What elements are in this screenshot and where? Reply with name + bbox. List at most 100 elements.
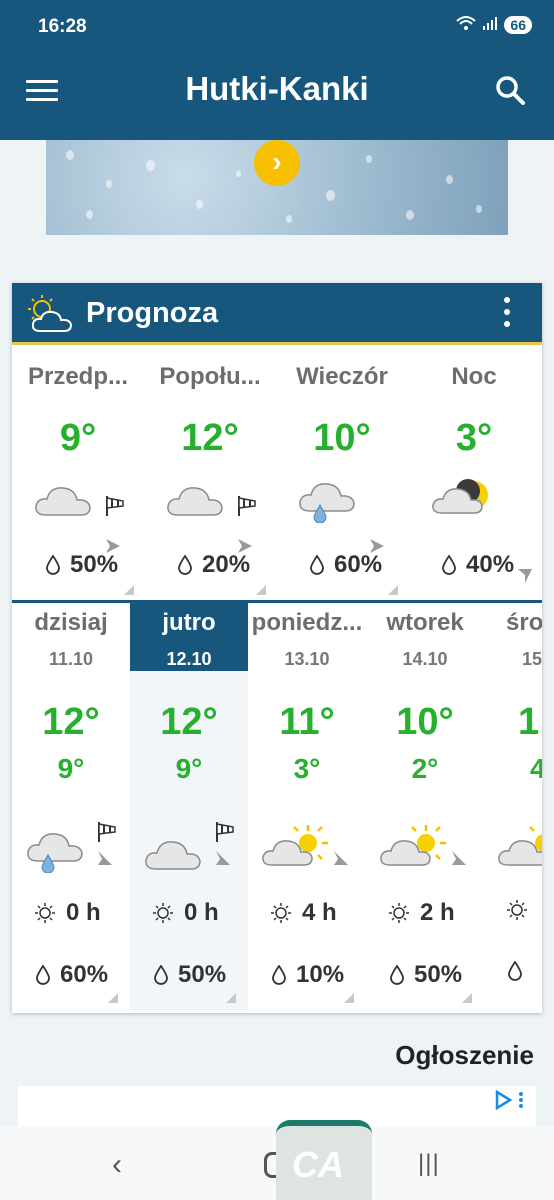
day-date: 13.10 <box>284 649 330 669</box>
precip-row: 50% <box>154 961 226 989</box>
banner-arrow-button[interactable]: › <box>254 140 300 186</box>
precip-row: 60% <box>36 961 108 989</box>
sunshine-row: 0 h <box>34 899 101 927</box>
drop-icon <box>390 965 404 985</box>
day-column[interactable]: śro 15. 1 4 <box>484 603 542 1010</box>
precip-value: 20% <box>202 551 251 578</box>
recent-apps-icon[interactable]: ||| <box>418 1150 440 1178</box>
daily-forecast: dzisiaj 11.10 12° 9° 0 h 60% jutro 12.10… <box>12 603 542 1010</box>
part-of-day-name: Przedp... <box>27 363 129 390</box>
day-date: 14.10 <box>402 649 448 669</box>
windsock-icon <box>214 821 236 848</box>
day-column[interactable]: wtorek 14.10 10° 2° 2 h 50% <box>366 603 484 1010</box>
temp-max: 11° <box>279 701 335 743</box>
part-of-day-temp: 9° <box>59 417 97 459</box>
windsock-icon <box>236 495 258 522</box>
precip-row: 50% <box>390 961 462 989</box>
precip-row: 50% <box>46 551 118 579</box>
sun-icon <box>507 900 527 920</box>
sunshine-hours: 0 h <box>66 899 101 926</box>
drop-icon <box>36 965 50 985</box>
day-name: dzisiaj <box>34 609 108 636</box>
part-of-day-item[interactable]: Przedp... 9° 50% <box>12 345 144 600</box>
part-of-day-name: Noc <box>451 363 497 390</box>
partly-cloudy-icon <box>24 293 80 340</box>
temp-min: 9° <box>175 753 203 784</box>
forecast-header: Prognoza <box>12 283 542 345</box>
forecast-title: Prognoza <box>86 297 219 329</box>
day-column[interactable]: dzisiaj 11.10 12° 9° 0 h 60% <box>12 603 130 1010</box>
day-header: poniedz... 13.10 <box>248 603 366 671</box>
temp-max: 12° <box>160 701 218 743</box>
sunshine-row <box>506 899 538 921</box>
cloud-icon <box>164 475 228 524</box>
status-time: 16:28 <box>38 16 87 37</box>
ad-logo[interactable]: CA <box>276 1120 372 1200</box>
temp-min: 2° <box>411 753 439 784</box>
wind-direction-icon <box>516 567 534 590</box>
back-icon[interactable]: ‹ <box>112 1148 122 1182</box>
cloud-moon-icon <box>430 471 496 526</box>
part-of-day-name: Popołu... <box>159 363 261 390</box>
corner-indicator <box>226 993 236 1003</box>
sunshine-hours: 2 h <box>420 899 455 926</box>
sunshine-row: 4 h <box>270 899 337 927</box>
day-date: 11.10 <box>48 649 94 669</box>
day-name: śro <box>506 609 542 636</box>
precip-row: 20% <box>178 551 250 579</box>
search-icon[interactable] <box>494 74 526 106</box>
cloud-rain-icon <box>24 825 88 878</box>
precip-value: 50% <box>178 961 227 988</box>
promo-banner[interactable]: › <box>46 140 508 235</box>
wind-direction-icon <box>332 849 350 872</box>
part-of-day-item[interactable]: Noc 3° 40% <box>408 345 540 600</box>
sunshine-row: 2 h <box>388 899 455 927</box>
drop-icon <box>178 555 192 575</box>
temp-min: 3° <box>293 753 321 784</box>
ad-container[interactable] <box>18 1086 536 1126</box>
precip-value: 10% <box>296 961 345 988</box>
cloud-icon <box>32 475 96 524</box>
drop-icon <box>46 555 60 575</box>
drop-icon <box>508 961 522 981</box>
precip-row: 10% <box>272 961 344 989</box>
part-of-day-item[interactable]: Popołu... 12° 20% <box>144 345 276 600</box>
page-title: Hutki-Kanki <box>185 70 369 107</box>
precip-value: 40% <box>466 551 515 578</box>
day-header: jutro 12.10 <box>130 603 248 671</box>
sunshine-hours: 0 h <box>184 899 219 926</box>
parts-of-day: Przedp... 9° 50% Popołu... 12° 20% Wiecz… <box>12 345 542 603</box>
temp-min: 4 <box>530 753 542 784</box>
drop-icon <box>154 965 168 985</box>
temp-max: 1 <box>518 701 540 743</box>
windsock-icon <box>104 495 126 522</box>
day-header: wtorek 14.10 <box>366 603 484 671</box>
day-name: poniedz... <box>251 609 363 636</box>
wind-direction-icon <box>450 849 468 872</box>
more-options-icon[interactable] <box>504 297 512 333</box>
precip-value: 50% <box>414 961 463 988</box>
status-icons: 66 <box>456 15 532 35</box>
day-column[interactable]: poniedz... 13.10 11° 3° 4 h 10% <box>248 603 366 1010</box>
sun-icon <box>271 903 291 923</box>
temp-max: 12° <box>42 701 100 743</box>
part-of-day-temp: 3° <box>455 417 493 459</box>
day-column-selected[interactable]: jutro 12.10 12° 9° 0 h 50% <box>130 603 248 1010</box>
wind-direction-icon <box>96 849 114 872</box>
cloud-sun-icon <box>378 821 450 876</box>
precip-row: 40% <box>442 551 514 579</box>
ad-choices[interactable] <box>494 1090 524 1110</box>
part-of-day-item[interactable]: Wieczór 10° 60% <box>276 345 408 600</box>
forecast-card: Prognoza Przedp... 9° 50% Popołu... 12° … <box>12 283 542 1013</box>
temp-max: 10° <box>396 701 454 743</box>
day-name: wtorek <box>386 609 464 636</box>
ad-more-icon <box>519 1092 523 1108</box>
corner-indicator <box>344 993 354 1003</box>
precip-row <box>508 961 532 981</box>
corner-indicator <box>108 993 118 1003</box>
part-of-day-name: Wieczór <box>296 363 388 390</box>
day-date: 15. <box>522 649 542 669</box>
ad-label: Ogłoszenie <box>395 1040 534 1070</box>
drop-icon <box>442 555 456 575</box>
app-bar: 16:28 66 Hutki-Kanki <box>0 0 554 140</box>
